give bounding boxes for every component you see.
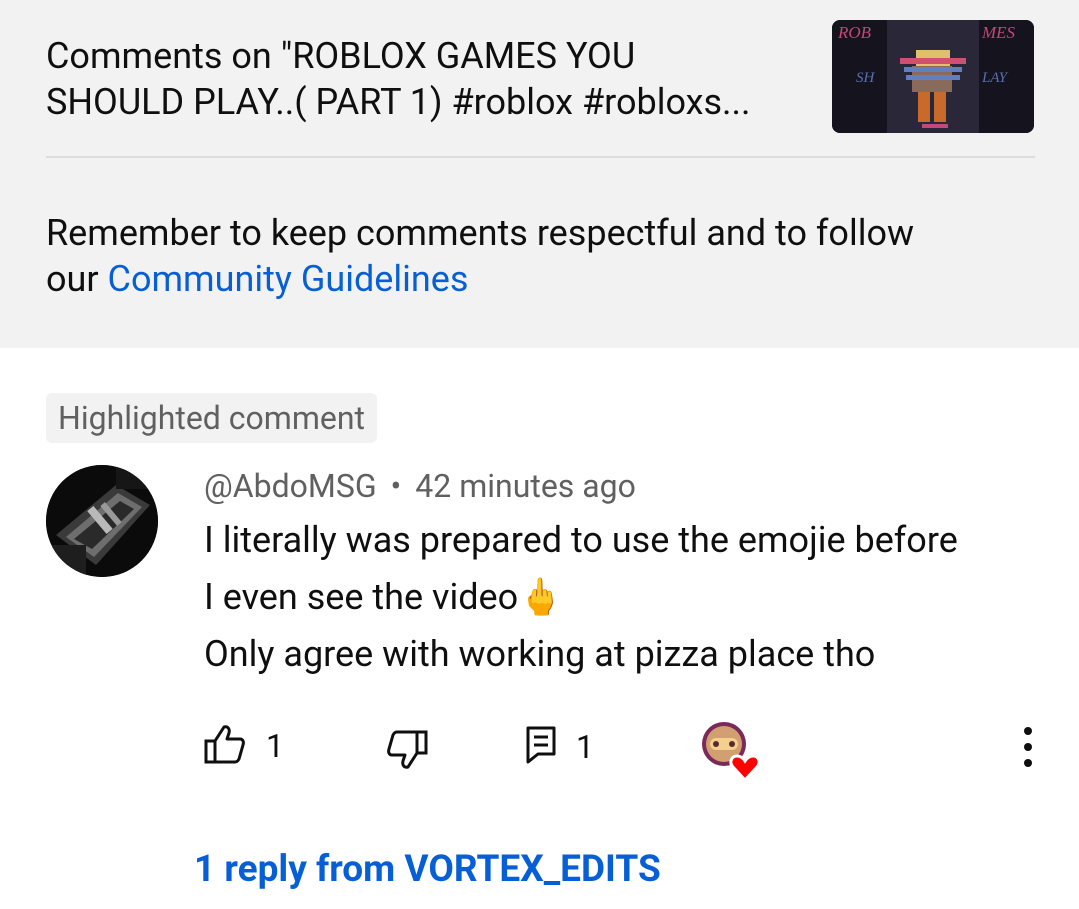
- reply-button[interactable]: 1: [526, 726, 594, 768]
- comment-line1: I literally was prepared to use the emoj…: [204, 519, 958, 561]
- svg-text:LAY: LAY: [981, 70, 1009, 86]
- reply-count: 1: [576, 728, 594, 766]
- community-guidelines-link[interactable]: Community Guidelines: [108, 258, 469, 300]
- svg-text:MES: MES: [981, 23, 1016, 42]
- creator-heart-icon: [700, 722, 764, 784]
- notice-line1: Remember to keep comments respectful and…: [46, 212, 915, 254]
- meta-separator: •: [390, 467, 402, 505]
- comment-line3: Only agree with working at pizza place t…: [204, 633, 876, 675]
- like-count: 1: [266, 727, 284, 765]
- notice-prefix: our: [46, 258, 108, 300]
- comment-line2: I even see the video: [204, 576, 519, 618]
- avatar[interactable]: [46, 465, 158, 577]
- header-divider: [46, 156, 1035, 158]
- comment-line2-wrap: I even see the video🖕: [204, 569, 1044, 626]
- svg-text:SH: SH: [856, 70, 876, 86]
- video-title-line1: Comments on "ROBLOX GAMES YOU: [46, 35, 636, 77]
- community-notice: Remember to keep comments respectful and…: [46, 210, 1026, 302]
- comments-header: Comments on "ROBLOX GAMES YOU SHOULD PLA…: [0, 0, 1079, 348]
- thumbs-down-icon: [386, 730, 428, 774]
- video-thumbnail[interactable]: ROB MES SH LAY: [832, 20, 1034, 133]
- dislike-button[interactable]: [386, 730, 428, 774]
- like-button[interactable]: 1: [204, 724, 284, 768]
- more-options-button[interactable]: [1016, 726, 1040, 768]
- reply-icon: [526, 726, 556, 768]
- svg-text:ROB: ROB: [837, 23, 872, 42]
- comment-text: I literally was prepared to use the emoj…: [204, 512, 1044, 683]
- notice-line2: our Community Guidelines: [46, 256, 1026, 302]
- creator-heart: [700, 720, 764, 783]
- video-title-line2: SHOULD PLAY..( PART 1) #roblox #robloxs.…: [46, 81, 751, 123]
- middle-finger-emoji: 🖕: [518, 576, 563, 618]
- comment-time: 42 minutes ago: [415, 467, 636, 505]
- more-vert-icon: [1016, 727, 1040, 772]
- thumbs-up-icon: [204, 724, 246, 768]
- highlighted-comment-chip: Highlighted comment: [46, 393, 378, 443]
- video-title[interactable]: Comments on "ROBLOX GAMES YOU SHOULD PLA…: [46, 33, 816, 125]
- comment-meta: @AbdoMSG • 42 minutes ago: [204, 466, 636, 506]
- comment-author[interactable]: @AbdoMSG: [204, 467, 377, 505]
- comment-actions: 1 1: [0, 718, 1079, 783]
- view-replies-link[interactable]: 1 reply from VORTEX_EDITS: [194, 846, 661, 894]
